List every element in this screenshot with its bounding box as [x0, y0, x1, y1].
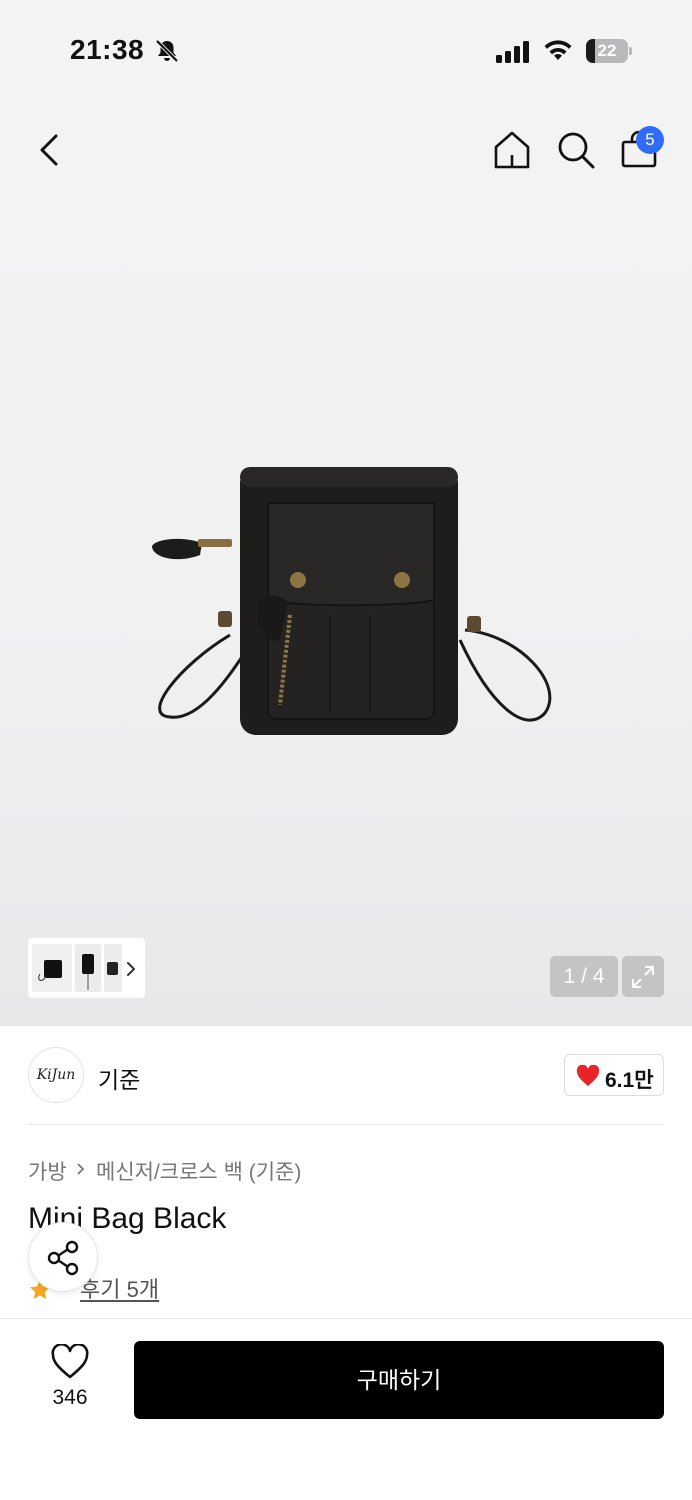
status-time: 21:38: [70, 34, 145, 65]
cellular-signal-icon: [496, 41, 529, 63]
fullscreen-button[interactable]: [622, 956, 664, 997]
divider: [28, 1124, 664, 1125]
bell-muted-icon: [155, 39, 179, 63]
thumbnail-1[interactable]: [32, 944, 72, 992]
chevron-right-icon: [77, 1163, 85, 1175]
brand-like-count: 6.1만: [605, 1069, 654, 1092]
share-button[interactable]: [28, 1222, 98, 1292]
breadcrumb-category[interactable]: 가방: [28, 1156, 67, 1186]
wish-count: 346: [52, 1386, 88, 1409]
brand-name[interactable]: 기준: [98, 1061, 140, 1095]
thumbnail-2[interactable]: [75, 944, 101, 992]
buy-button[interactable]: 구매하기: [134, 1341, 664, 1419]
thumbnail-3[interactable]: [104, 944, 122, 992]
thumbnail-strip[interactable]: [28, 938, 145, 998]
home-icon[interactable]: [490, 128, 534, 172]
share-icon: [47, 1240, 79, 1276]
expand-icon: [632, 966, 654, 988]
wifi-icon: [544, 40, 572, 60]
back-icon[interactable]: [30, 128, 70, 172]
battery-level: 22: [597, 41, 617, 60]
breadcrumb-subcategory[interactable]: 메신저/크로스 백 (기준): [96, 1156, 301, 1186]
heart-filled-icon: [576, 1065, 600, 1086]
cart-count-badge: 5: [636, 126, 664, 154]
chevron-right-icon[interactable]: [124, 960, 138, 978]
product-image[interactable]: [140, 455, 560, 745]
image-pager: 1 / 4: [550, 956, 618, 997]
battery-indicator: 22: [586, 39, 632, 63]
heart-outline-icon[interactable]: [50, 1344, 90, 1380]
brand-like-button[interactable]: 6.1만: [564, 1054, 664, 1096]
brand-logo[interactable]: KiJun: [28, 1047, 84, 1103]
search-icon[interactable]: [554, 128, 598, 172]
